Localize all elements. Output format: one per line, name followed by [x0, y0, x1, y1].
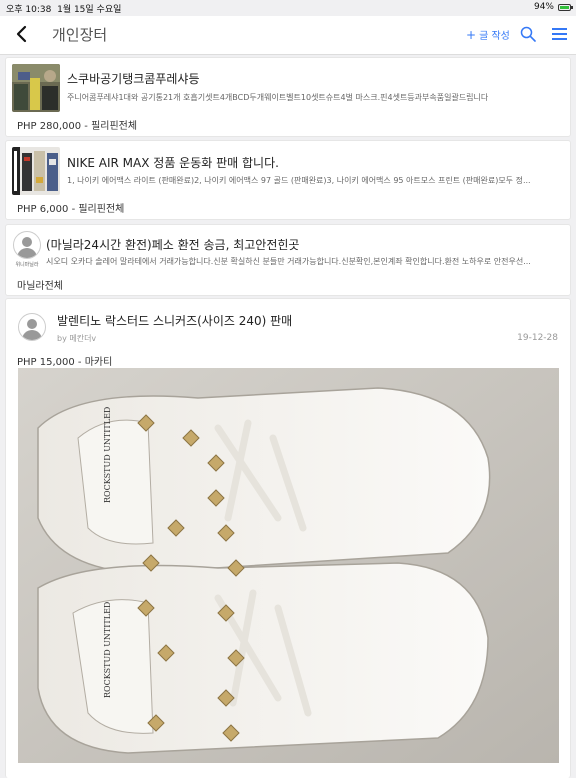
- listing-thumbnail: [12, 147, 60, 195]
- photo-brand-text: ROCKSTUD UNTITLED: [103, 407, 112, 503]
- status-date: 1월 15일 수요일: [57, 5, 122, 15]
- plus-icon: +: [466, 28, 477, 42]
- battery-percent: 94%: [533, 2, 554, 12]
- listing-description: 시오디 오카다 솔레어 말라테에서 거래가능합니다.신분 확실하신 분들만 거래…: [46, 257, 531, 266]
- page-title: 개인장터: [52, 26, 108, 44]
- listing-price: PHP 280,000 - 필리핀전체: [17, 121, 138, 132]
- photo-brand-text: ROCKSTUD UNTITLED: [103, 602, 112, 698]
- listing-description: 1, 나이키 에어맥스 라이트 (판매완료)2, 나이키 에어맥스 97 골드 …: [67, 176, 531, 185]
- write-post-button[interactable]: + 글 작성: [466, 27, 510, 42]
- status-time: 오후 10:38 1월 15일 수요일: [6, 2, 121, 15]
- post-date: 19-12-28: [517, 333, 558, 343]
- listing-price: PHP 6,000 - 필리핀전체: [17, 204, 125, 215]
- status-clock: 오후 10:38: [6, 5, 52, 15]
- listing-title: 스쿠바공기탱크콤푸레샤등: [67, 72, 200, 86]
- listing-card[interactable]: 위니마닐라 (마닐라24시간 환전)페소 환전 송금, 최고안전힌곳 시오디 오…: [5, 224, 571, 296]
- avatar-icon: [13, 231, 41, 259]
- listing-card[interactable]: 스쿠바공기탱크콤푸레샤등 주니어콤푸레샤1대와 공기통21개 호흡기셋트4개BC…: [5, 57, 571, 137]
- post-price: PHP 15,000 - 마카티: [17, 357, 113, 368]
- search-icon[interactable]: [520, 26, 536, 42]
- battery-icon: [558, 4, 573, 11]
- listing-title: NIKE AIR MAX 정품 운동화 판매 합니다.: [67, 156, 279, 170]
- listing-description: 주니어콤푸레샤1대와 공기통21개 호흡기셋트4개BCD두개웨이트벨트10셋트슈…: [67, 93, 489, 102]
- seller-name: 위니마닐라: [15, 262, 39, 268]
- post-detail-card: 발렌티노 락스터드 스니커즈(사이즈 240) 판매 by 메칸더v 19-12…: [5, 298, 571, 778]
- listing-price: 마닐라전체: [17, 281, 63, 292]
- seller-avatar: 위니마닐라: [11, 231, 43, 275]
- write-post-label: 글 작성: [479, 31, 510, 42]
- listing-card[interactable]: NIKE AIR MAX 정품 운동화 판매 합니다. 1, 나이키 에어맥스 …: [5, 140, 571, 220]
- listing-title: (마닐라24시간 환전)페소 환전 송금, 최고안전힌곳: [46, 238, 300, 252]
- author-avatar: [16, 313, 48, 357]
- post-title: 발렌티노 락스터드 스니커즈(사이즈 240) 판매: [57, 314, 293, 328]
- menu-icon[interactable]: [552, 27, 567, 41]
- back-icon[interactable]: [12, 24, 32, 44]
- post-author: by 메칸더v: [57, 334, 97, 343]
- nav-bar: 개인장터 + 글 작성: [0, 16, 576, 55]
- status-bar: 오후 10:38 1월 15일 수요일 94%: [0, 0, 576, 16]
- avatar-icon: [18, 313, 46, 341]
- post-photo[interactable]: ROCKSTUD UNTITLED ROCKSTUD UNTITLED: [18, 368, 559, 763]
- listing-thumbnail: [12, 64, 60, 112]
